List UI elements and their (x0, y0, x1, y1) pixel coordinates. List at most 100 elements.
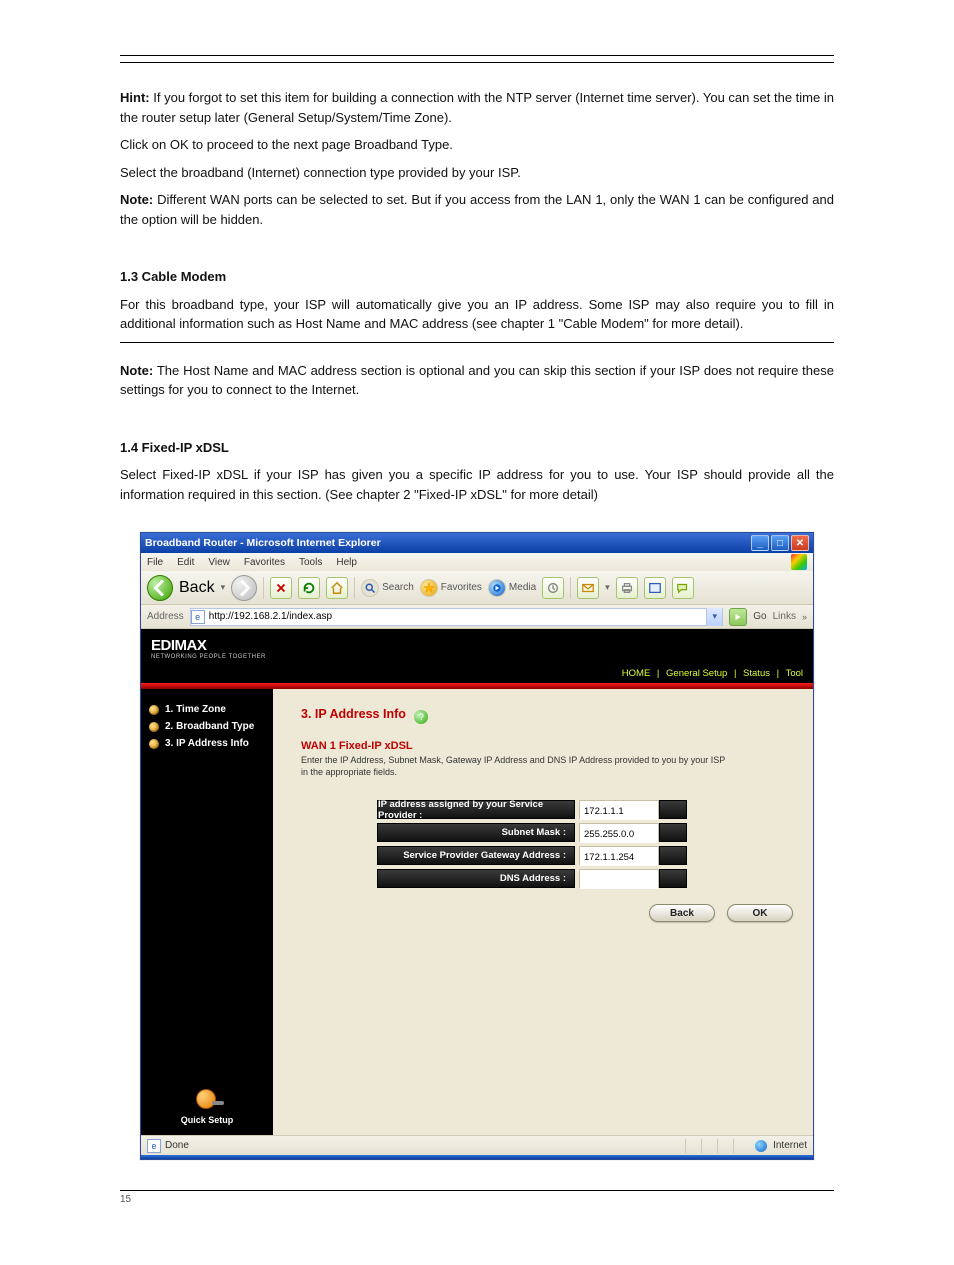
label-dns: DNS Address : (377, 869, 575, 888)
row-tail (659, 846, 687, 865)
go-button[interactable] (729, 608, 747, 626)
menu-help[interactable]: Help (336, 557, 357, 568)
bullet-icon (149, 722, 159, 732)
row-tail (659, 869, 687, 888)
edit-button[interactable] (644, 577, 666, 599)
back-button[interactable]: Back (649, 904, 715, 922)
select-broadband-paragraph: Select the broadband (Internet) connecti… (120, 163, 834, 183)
taskbar-strip (141, 1155, 813, 1159)
address-input[interactable] (205, 611, 707, 622)
window-maximize-button[interactable]: □ (771, 535, 789, 551)
favorites-icon[interactable] (420, 579, 438, 597)
page-number: 15 (120, 1194, 834, 1205)
input-dns[interactable] (580, 872, 658, 889)
media-icon[interactable] (488, 579, 506, 597)
nav-general-setup[interactable]: General Setup (666, 668, 727, 679)
forward-button[interactable] (231, 575, 257, 601)
address-input-wrapper[interactable]: e ▾ (190, 608, 724, 626)
router-sidebar: 1. Time Zone 2. Broadband Type 3. IP Add… (141, 689, 273, 1135)
click-ok-paragraph: Click on OK to proceed to the next page … (120, 135, 834, 155)
history-button[interactable] (542, 577, 564, 599)
links-chevron-icon[interactable]: » (802, 612, 807, 622)
form-row: Subnet Mask : (377, 823, 793, 842)
section-subtitle: WAN 1 Fixed-IP xDSL (301, 740, 793, 752)
note-text-2: The Host Name and MAC address section is… (120, 363, 834, 398)
bullet-icon (149, 739, 159, 749)
menu-bar: File Edit View Favorites Tools Help (141, 553, 813, 571)
refresh-button[interactable] (298, 577, 320, 599)
globe-icon (755, 1140, 767, 1152)
input-gateway[interactable] (580, 849, 658, 866)
label-subnet-mask: Subnet Mask : (377, 823, 575, 842)
bullet-icon (149, 705, 159, 715)
router-top-nav: HOME | General Setup | Status | Tool (622, 668, 803, 679)
window-minimize-button[interactable]: _ (751, 535, 769, 551)
status-bar: e Done Internet (141, 1135, 813, 1155)
menu-edit[interactable]: Edit (177, 557, 194, 568)
window-titlebar: Broadband Router - Microsoft Internet Ex… (141, 533, 813, 553)
nav-status[interactable]: Status (743, 668, 770, 679)
favorites-label[interactable]: Favorites (441, 582, 482, 593)
config-form: IP address assigned by your Service Prov… (377, 800, 793, 888)
window-close-button[interactable]: ✕ (791, 535, 809, 551)
sidebar-item-broadband-type[interactable]: 2. Broadband Type (149, 718, 265, 735)
form-row: DNS Address : (377, 869, 793, 888)
discuss-button[interactable] (672, 577, 694, 599)
hint-paragraph: Hint: If you forgot to set this item for… (120, 88, 834, 127)
sidebar-item-ip-address-info[interactable]: 3. IP Address Info (149, 735, 265, 752)
menu-view[interactable]: View (208, 557, 230, 568)
status-done: Done (165, 1140, 189, 1151)
nav-tool[interactable]: Tool (786, 668, 803, 679)
quick-setup-icon (190, 1087, 224, 1111)
router-main-panel: 3. IP Address Info ? WAN 1 Fixed-IP xDSL… (273, 689, 813, 1135)
toolbar: Back ▾ Search (141, 571, 813, 605)
search-icon[interactable] (361, 579, 379, 597)
input-subnet-mask[interactable] (580, 826, 658, 843)
section-description: Enter the IP Address, Subnet Mask, Gatew… (301, 754, 731, 778)
search-label[interactable]: Search (382, 582, 414, 593)
row-tail (659, 800, 687, 819)
help-icon[interactable]: ? (414, 710, 428, 724)
go-label[interactable]: Go (753, 611, 766, 622)
fixed-ip-body: Select Fixed-IP xDSL if your ISP has giv… (120, 465, 834, 504)
cable-modem-body: For this broadband type, your ISP will a… (120, 295, 834, 334)
label-gateway: Service Provider Gateway Address : (377, 846, 575, 865)
form-row: IP address assigned by your Service Prov… (377, 800, 793, 819)
note-label-2: Note: (120, 363, 153, 378)
note-paragraph-2: Note: The Host Name and MAC address sect… (120, 361, 834, 400)
back-label: Back (179, 579, 215, 597)
status-zone: Internet (773, 1140, 807, 1151)
address-bar: Address e ▾ Go Links » (141, 605, 813, 629)
rule-mid (120, 342, 834, 343)
router-brand: EDIMAX (151, 637, 803, 654)
hint-label: Hint: (120, 90, 150, 105)
windows-flag-icon (791, 554, 807, 570)
menu-favorites[interactable]: Favorites (244, 557, 285, 568)
form-row: Service Provider Gateway Address : (377, 846, 793, 865)
mail-button[interactable] (577, 577, 599, 599)
note-label-1: Note: (120, 192, 153, 207)
print-button[interactable] (616, 577, 638, 599)
menu-file[interactable]: File (147, 557, 163, 568)
footer-rule (120, 1190, 834, 1191)
hint-text: If you forgot to set this item for build… (120, 90, 834, 125)
stop-button[interactable] (270, 577, 292, 599)
input-ip-address[interactable] (580, 803, 658, 820)
back-button[interactable] (147, 575, 173, 601)
ok-button[interactable]: OK (727, 904, 793, 922)
row-tail (659, 823, 687, 842)
sidebar-item-time-zone[interactable]: 1. Time Zone (149, 701, 265, 718)
quick-setup[interactable]: Quick Setup (149, 1087, 265, 1125)
menu-tools[interactable]: Tools (299, 557, 322, 568)
back-dropdown-icon[interactable]: ▾ (221, 582, 226, 593)
media-label[interactable]: Media (509, 582, 536, 593)
mail-dropdown-icon[interactable]: ▾ (605, 582, 610, 593)
address-dropdown-icon[interactable]: ▾ (706, 608, 722, 626)
links-label[interactable]: Links (773, 611, 796, 622)
browser-window: Broadband Router - Microsoft Internet Ex… (140, 532, 814, 1160)
section-title: 3. IP Address Info (301, 707, 406, 721)
nav-home[interactable]: HOME (622, 668, 651, 679)
home-button[interactable] (326, 577, 348, 599)
cable-modem-heading: 1.3 Cable Modem (120, 267, 834, 287)
note-paragraph-1: Note: Different WAN ports can be selecte… (120, 190, 834, 229)
